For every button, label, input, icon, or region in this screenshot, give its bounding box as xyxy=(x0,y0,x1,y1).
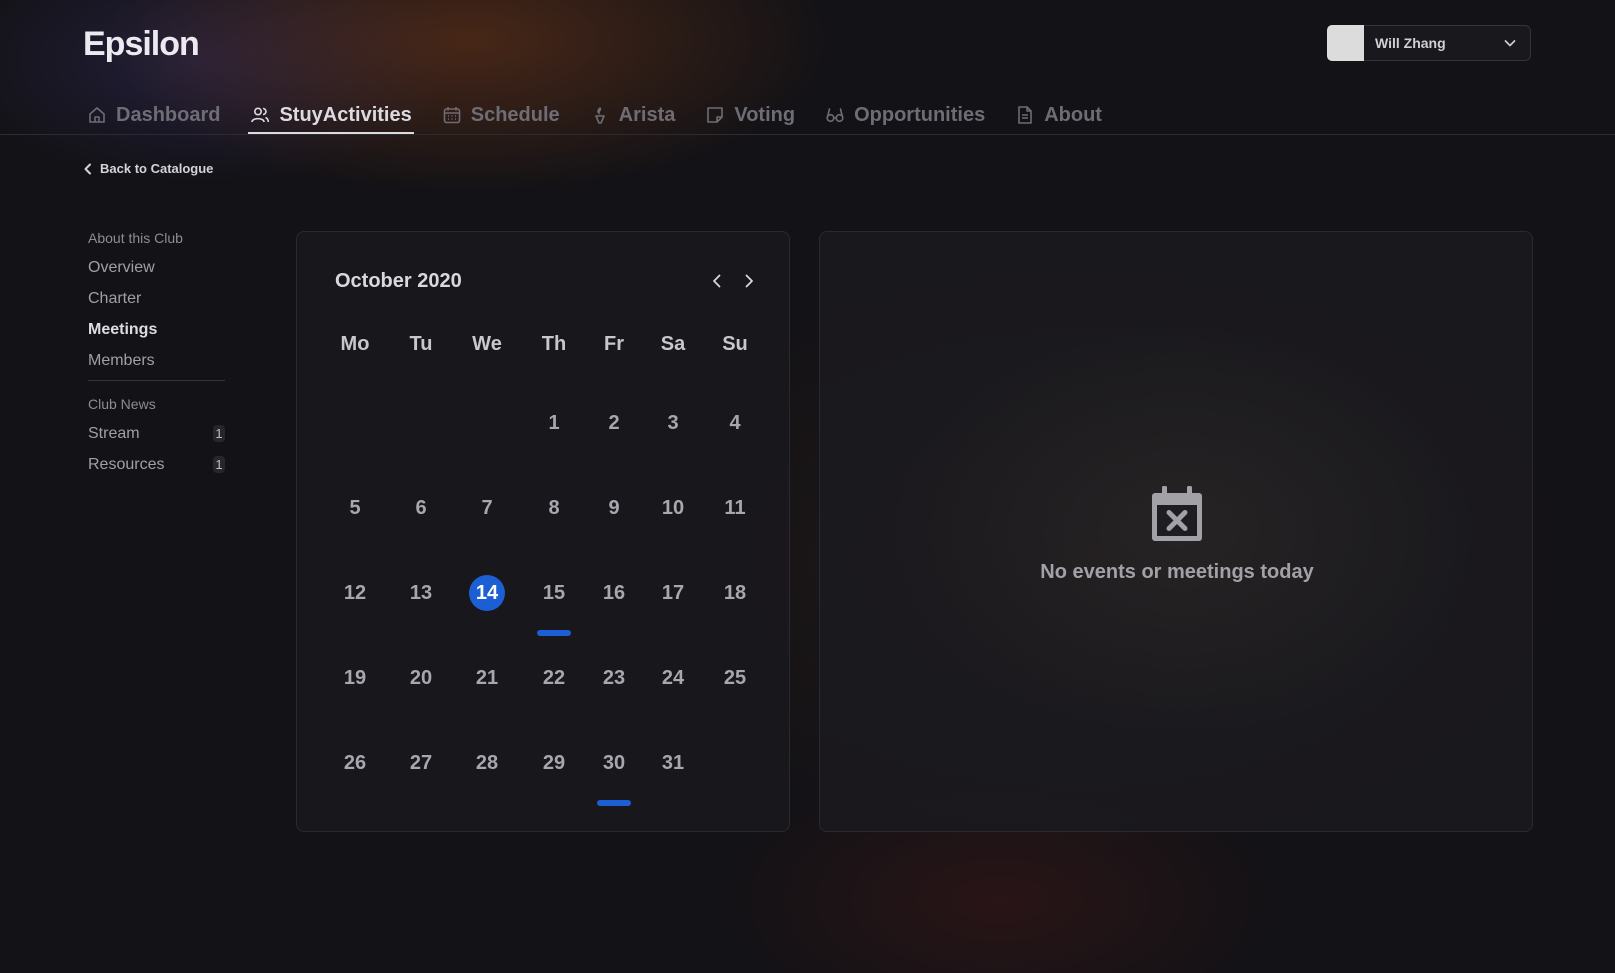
back-link-label: Back to Catalogue xyxy=(100,161,214,176)
calendar-day[interactable]: 9 xyxy=(596,490,632,526)
sidebar-item-label: Members xyxy=(88,352,155,369)
weekday-label: We xyxy=(472,333,502,355)
tab-about[interactable]: About xyxy=(1013,98,1104,132)
tab-label: Arista xyxy=(618,103,676,126)
meeting-indicator xyxy=(537,630,571,636)
sidebar-item-label: Meetings xyxy=(88,321,158,338)
app-logo[interactable]: Epsilon xyxy=(83,25,200,64)
tab-label: Schedule xyxy=(470,103,560,126)
calendar-day[interactable]: 20 xyxy=(403,660,439,696)
calendar-day[interactable]: 21 xyxy=(469,660,505,696)
tab-opportunities[interactable]: Opportunities xyxy=(823,98,987,132)
calendar-day[interactable]: 16 xyxy=(596,575,632,611)
calendar-day[interactable]: 15 xyxy=(536,575,572,611)
calendar-day[interactable]: 24 xyxy=(655,660,691,696)
calendar-day[interactable]: 25 xyxy=(717,660,753,696)
sidebar-item-members[interactable]: Members xyxy=(88,349,225,380)
calendar-day[interactable]: 7 xyxy=(469,490,505,526)
sidebar-item-overview[interactable]: Overview xyxy=(88,256,225,287)
sidebar-item-label: Stream xyxy=(88,425,140,442)
tab-label: Dashboard xyxy=(116,103,221,126)
events-panel: No events or meetings today xyxy=(819,231,1533,832)
weekday-label: Mo xyxy=(340,333,370,355)
calendar-day[interactable]: 18 xyxy=(717,575,753,611)
chevron-down-icon xyxy=(1504,40,1516,47)
main-nav: Dashboard StuyActivities Schedule Arista… xyxy=(85,98,1130,134)
sidebar-divider xyxy=(88,380,225,381)
calendar-day[interactable]: 19 xyxy=(337,660,373,696)
sidebar-item-stream[interactable]: Stream 1 xyxy=(88,422,225,453)
sidebar-item-label: Overview xyxy=(88,259,155,276)
meetings-calendar: October 2020 Mo Tu We Th Fr Sa Su 1 2 3 4 5 6 7 8 9 10 11… xyxy=(296,231,790,832)
user-name: Will Zhang xyxy=(1375,35,1446,51)
calendar-day[interactable]: 26 xyxy=(337,745,373,781)
calendar-icon xyxy=(443,107,461,124)
calendar-day[interactable]: 5 xyxy=(337,490,373,526)
calendar-day[interactable]: 17 xyxy=(655,575,691,611)
tab-schedule[interactable]: Schedule xyxy=(440,98,562,132)
nav-divider xyxy=(0,134,1615,135)
count-badge: 1 xyxy=(213,425,225,442)
chevron-left-icon[interactable] xyxy=(707,271,727,291)
weekday-label: Sa xyxy=(660,333,686,355)
tab-stuyactivities[interactable]: StuyActivities xyxy=(248,98,414,134)
sidebar-item-label: Charter xyxy=(88,290,142,307)
tab-label: Voting xyxy=(734,103,796,126)
meeting-indicator xyxy=(597,800,631,806)
calendar-day[interactable]: 12 xyxy=(337,575,373,611)
count-badge: 1 xyxy=(213,456,225,473)
tab-label: Opportunities xyxy=(854,103,986,126)
back-to-catalogue-link[interactable]: Back to Catalogue xyxy=(83,161,213,176)
chevron-left-icon xyxy=(84,163,91,174)
calendar-day[interactable]: 31 xyxy=(655,745,691,781)
users-icon xyxy=(251,107,270,123)
tab-label: About xyxy=(1044,103,1102,126)
calendar-day[interactable]: 28 xyxy=(469,745,505,781)
user-menu[interactable]: Will Zhang xyxy=(1327,25,1531,61)
sidebar-heading-about: About this Club xyxy=(88,230,183,246)
note-icon xyxy=(707,107,724,123)
sidebar-item-meetings[interactable]: Meetings xyxy=(88,318,225,349)
weekday-label: Su xyxy=(722,333,748,355)
calendar-day-selected[interactable]: 14 xyxy=(469,575,505,611)
calendar-day[interactable]: 6 xyxy=(403,490,439,526)
sidebar-item-label: Resources xyxy=(88,456,165,473)
calendar-month-title: October 2020 xyxy=(335,270,462,292)
club-sidebar: About this Club Overview Charter Meeting… xyxy=(88,230,225,484)
chevron-right-icon[interactable] xyxy=(739,271,759,291)
tab-voting[interactable]: Voting xyxy=(703,98,797,132)
sidebar-heading-news: Club News xyxy=(88,396,156,412)
torch-icon xyxy=(594,107,605,124)
calendar-day[interactable]: 11 xyxy=(717,490,753,526)
sidebar-item-charter[interactable]: Charter xyxy=(88,287,225,318)
calendar-day[interactable]: 3 xyxy=(655,405,691,441)
calendar-day[interactable]: 1 xyxy=(536,405,572,441)
home-icon xyxy=(89,107,105,123)
document-icon xyxy=(1018,106,1033,124)
tab-label: StuyActivities xyxy=(279,103,412,126)
avatar xyxy=(1327,25,1364,61)
tab-arista[interactable]: Arista xyxy=(588,98,678,132)
calendar-day[interactable]: 4 xyxy=(717,405,753,441)
calendar-x-icon xyxy=(1152,486,1202,541)
glasses-icon xyxy=(826,108,844,123)
calendar-day[interactable]: 10 xyxy=(655,490,691,526)
sidebar-item-resources[interactable]: Resources 1 xyxy=(88,453,225,484)
calendar-day[interactable]: 27 xyxy=(403,745,439,781)
calendar-day[interactable]: 8 xyxy=(536,490,572,526)
calendar-day[interactable]: 22 xyxy=(536,660,572,696)
weekday-label: Th xyxy=(541,333,567,355)
calendar-day[interactable]: 29 xyxy=(536,745,572,781)
calendar-day[interactable]: 23 xyxy=(596,660,632,696)
tab-dashboard[interactable]: Dashboard xyxy=(85,98,222,132)
weekday-label: Tu xyxy=(409,333,433,355)
calendar-day[interactable]: 30 xyxy=(596,745,632,781)
calendar-day[interactable]: 13 xyxy=(403,575,439,611)
calendar-day[interactable]: 2 xyxy=(596,405,632,441)
empty-state-message: No events or meetings today xyxy=(1040,561,1314,583)
weekday-label: Fr xyxy=(604,333,624,355)
